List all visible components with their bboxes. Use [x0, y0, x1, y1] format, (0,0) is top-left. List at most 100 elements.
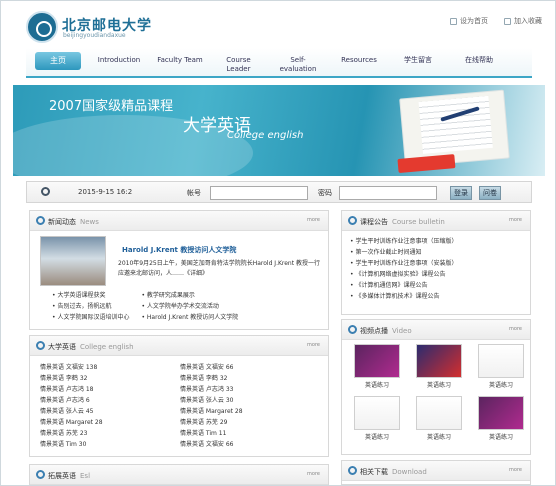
course-item[interactable]: 情景英语 苏芜 23 — [40, 428, 180, 439]
video-more-link[interactable]: more — [509, 326, 522, 332]
bulletin-item[interactable]: • 《计算机网络虚拟实验》课程公告 — [350, 269, 524, 280]
download-icon — [348, 466, 357, 475]
banner-english: College english — [227, 130, 304, 141]
course-item[interactable]: 情景英语 卢志鸿 18 — [40, 384, 180, 395]
nav-student-messages[interactable]: 学生留言 — [397, 56, 439, 65]
college-english-icon — [36, 341, 45, 350]
add-favorite-link[interactable]: 加入收藏 — [504, 16, 542, 26]
clock-icon — [41, 187, 50, 196]
news-list-item[interactable]: • 告别过去，扬帆远航 • 人文学院举办学术交流活动 — [52, 301, 312, 312]
news-header: 新闻动态 News more — [30, 211, 328, 231]
video-item[interactable]: 英语练习 — [354, 344, 400, 392]
video-grid: 英语练习 英语练习 英语练习 英语练习 英语练习 英语练习 — [354, 344, 526, 444]
video-item[interactable]: 英语练习 — [478, 396, 524, 444]
nav-course-leader[interactable]: Course Leader — [216, 56, 261, 74]
nav-resources[interactable]: Resources — [337, 56, 381, 65]
top-links: 设为首页 加入收藏 — [450, 16, 542, 26]
video-thumbnail — [478, 396, 524, 430]
course-item[interactable]: 情景英语 Margaret 28 — [40, 417, 180, 428]
college-english-panel: 大学英语 College english more 情景英语 文福安 138 情景英… — [29, 335, 329, 457]
video-thumbnail — [478, 344, 524, 378]
account-label: 帐号 — [187, 189, 201, 197]
course-item[interactable]: 情景英语 文福安 138 — [40, 362, 180, 373]
login-button[interactable]: 登录 — [450, 186, 472, 200]
site-header: 北京邮电大学 beijingyoudiandaxue 设为首页 加入收藏 — [2, 2, 555, 46]
course-item[interactable]: 情景英语 张人云 45 — [40, 406, 180, 417]
video-thumbnail — [416, 344, 462, 378]
nav-introduction[interactable]: Introduction — [93, 56, 145, 65]
course-item[interactable]: 情景英语 Tim 30 — [40, 439, 180, 450]
bulletin-more-link[interactable]: more — [509, 217, 522, 223]
bulletin-item[interactable]: • 学生平时训练作业注意事项（安装版） — [350, 258, 524, 269]
course-item[interactable]: 情景英语 李鹤 32 — [40, 373, 180, 384]
favorite-icon — [504, 17, 511, 25]
news-list: • 大学英语课程获奖 • 教学研究成果展示 • 告别过去，扬帆远航 • 人文学院… — [52, 290, 312, 323]
bulletin-item[interactable]: • 《多媒体计算机技术》课程公告 — [350, 291, 524, 302]
esl-title: 拓展英语 Esl — [48, 472, 91, 480]
password-label: 密码 — [318, 189, 332, 197]
bulletin-icon — [348, 216, 357, 225]
download-header: 相关下载 Download more — [342, 461, 530, 481]
course-item[interactable]: 情景英语 卢志鸿 6 — [40, 395, 180, 406]
news-more-link[interactable]: more — [307, 217, 320, 223]
news-list-item[interactable]: • 大学英语课程获奖 • 教学研究成果展示 — [52, 290, 312, 301]
download-more-link[interactable]: more — [509, 467, 522, 473]
course-item[interactable]: 情景英语 张人云 30 — [180, 395, 320, 406]
news-panel: 新闻动态 News more Harold J.Krent 教授访问人文学院 20… — [29, 210, 329, 330]
video-item[interactable]: 英语练习 — [416, 344, 462, 392]
course-item[interactable]: 情景英语 文福安 66 — [180, 439, 320, 450]
esl-more-link[interactable]: more — [307, 471, 320, 477]
video-thumbnail — [354, 396, 400, 430]
video-icon — [348, 325, 357, 334]
news-summary: 2010年9月25日上午，美国芝加哥肯特法学院院长Harold J.Krent … — [118, 260, 321, 277]
banner-title: 2007国家级精品课程 — [49, 99, 174, 114]
esl-icon — [36, 470, 45, 479]
nav-self-evaluation[interactable]: Self- evaluation — [274, 56, 322, 74]
date-time: 2015-9-15 16:2 — [78, 188, 133, 196]
bulletin-item[interactable]: • 《计算机通信网》课程公告 — [350, 280, 524, 291]
course-item[interactable]: 情景英语 Margaret 28 — [180, 406, 320, 417]
logo-english-name: beijingyoudiandaxue — [63, 32, 126, 39]
esl-panel: 拓展英语 Esl more — [29, 464, 329, 485]
notebook-image — [399, 89, 510, 168]
news-headline[interactable]: Harold J.Krent 教授访问人文学院 — [122, 245, 236, 255]
college-english-list: 情景英语 文福安 138 情景英语 文福安 66 情景英语 李鹤 32 情景英语 李… — [40, 362, 320, 450]
nav-faculty-team[interactable]: Faculty Team — [152, 56, 208, 65]
news-icon — [36, 216, 45, 225]
download-title: 相关下载 Download — [360, 468, 427, 476]
college-english-more-link[interactable]: more — [307, 342, 320, 348]
course-item[interactable]: 情景英语 苏芜 29 — [180, 417, 320, 428]
news-list-item[interactable]: • 人文学院国际汉语培训中心 • Harold J.Krent 教授访问人文学院 — [52, 312, 312, 323]
video-header: 视频点播 Video more — [342, 320, 530, 340]
course-item[interactable]: 情景英语 卢志鸿 33 — [180, 384, 320, 395]
bulletin-list: • 学生平时训练作业注意事项（压缩版） • 第一次作业截止时间通知 • 学生平时… — [350, 236, 524, 302]
bulletin-title: 课程公告 Course bulletin — [360, 218, 445, 226]
course-item[interactable]: 情景英语 李鹤 32 — [180, 373, 320, 384]
video-thumbnail — [416, 396, 462, 430]
course-banner: 2007国家级精品课程 大学英语 College english — [13, 85, 545, 176]
bulletin-item[interactable]: • 第一次作业截止时间通知 — [350, 247, 524, 258]
set-homepage-link[interactable]: 设为首页 — [450, 16, 488, 26]
home-icon — [450, 17, 457, 25]
video-title: 视频点播 Video — [360, 327, 412, 335]
video-item[interactable]: 英语练习 — [478, 344, 524, 392]
password-input[interactable] — [339, 186, 437, 200]
nav-online-help[interactable]: 在线帮助 — [458, 56, 500, 65]
course-item[interactable]: 情景英语 Tim 11 — [180, 428, 320, 439]
university-logo-icon[interactable] — [26, 11, 58, 43]
college-english-header: 大学英语 College english more — [30, 336, 328, 356]
college-english-title: 大学英语 College english — [48, 343, 134, 351]
account-input[interactable] — [210, 186, 308, 200]
nav-home[interactable]: 主页 — [35, 52, 81, 70]
page-frame: 北京邮电大学 beijingyoudiandaxue 设为首页 加入收藏 主页 … — [0, 0, 556, 486]
course-item[interactable]: 情景英语 文福安 66 — [180, 362, 320, 373]
video-item[interactable]: 英语练习 — [354, 396, 400, 444]
bulletin-item[interactable]: • 学生平时训练作业注意事项（压缩版） — [350, 236, 524, 247]
esl-header: 拓展英语 Esl more — [30, 465, 328, 485]
news-photo[interactable] — [40, 236, 106, 286]
video-item[interactable]: 英语练习 — [416, 396, 462, 444]
register-button[interactable]: 问卷 — [479, 186, 501, 200]
news-title: 新闻动态 News — [48, 218, 99, 226]
video-thumbnail — [354, 344, 400, 378]
main-navigation: 主页 Introduction Faculty Team Course Lead… — [26, 48, 532, 78]
